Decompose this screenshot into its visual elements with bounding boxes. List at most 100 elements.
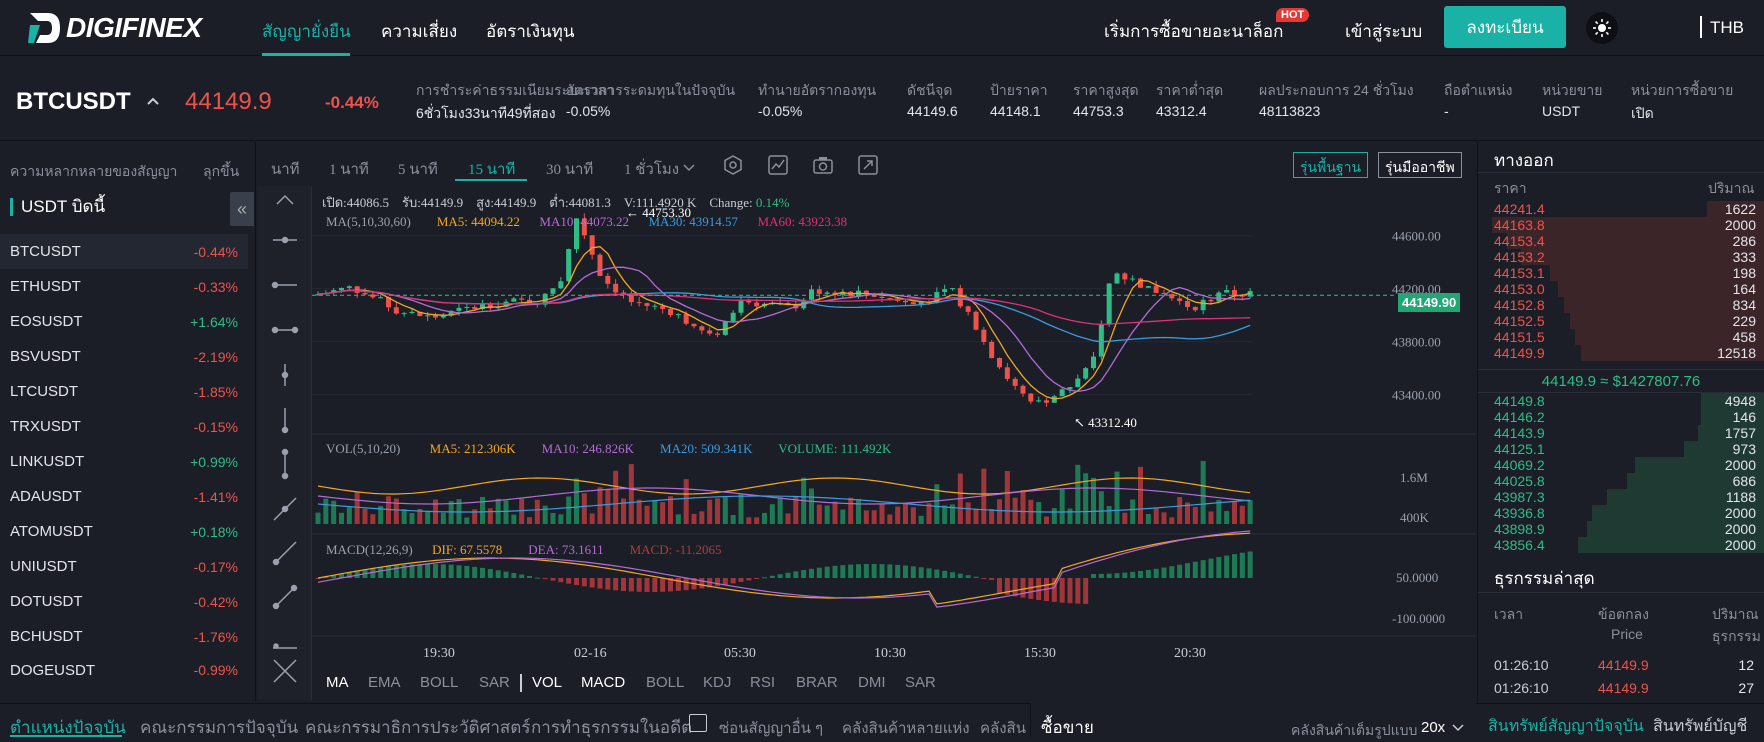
indicator-tab-kdj[interactable]: KDJ (703, 674, 731, 691)
ask-row[interactable]: 44153.4286 (1478, 233, 1764, 249)
bid-row[interactable]: 44146.2146 (1478, 409, 1764, 425)
candle-body (1083, 368, 1088, 378)
market-row[interactable]: UNIUSDT-0.17% (0, 549, 248, 584)
camera-icon[interactable] (812, 154, 834, 176)
indicator-tab-boll[interactable]: BOLL (420, 674, 458, 691)
tab-contract-assets[interactable]: สินทรัพย์สัญญาปัจจุบัน (1488, 714, 1644, 739)
nav-risk[interactable]: ความเสี่ยง (381, 18, 457, 45)
bid-row[interactable]: 44025.8686 (1478, 473, 1764, 489)
market-row[interactable]: EOSUSDT+1.64% (0, 304, 248, 339)
timeframe-2[interactable]: 5 นาที (398, 157, 438, 181)
bid-row[interactable]: 44143.91757 (1478, 425, 1764, 441)
register-button[interactable]: ลงทะเบียน (1444, 6, 1566, 48)
pro-version-button[interactable]: รุ่นมืออาชีพ (1378, 152, 1462, 178)
volume-bar (1091, 478, 1096, 524)
market-row[interactable]: BTCUSDT-0.44% (0, 234, 248, 269)
macd-bar (1091, 574, 1096, 578)
bid-qty: 1757 (1725, 425, 1756, 441)
full-margin-mode[interactable]: คลังสินค้าเต็มรูปแบบ (1291, 720, 1417, 742)
market-change: -0.15% (194, 419, 238, 435)
macd-bar (1021, 578, 1026, 598)
market-row[interactable]: ATOMUSDT+0.18% (0, 514, 248, 549)
volume-bar (707, 500, 712, 524)
ask-row[interactable]: 44152.5229 (1478, 313, 1764, 329)
candle-body (637, 302, 642, 303)
timeframe-5[interactable]: 1 ชั่วโมง (624, 157, 679, 181)
market-row[interactable]: BCHUSDT-1.76% (0, 619, 248, 654)
bid-row[interactable]: 43856.42000 (1478, 537, 1764, 553)
indicator-tab-vol[interactable]: VOL (532, 674, 562, 691)
bid-row[interactable]: 44149.84948 (1478, 393, 1764, 409)
vol-tick-label: 1.6M (1400, 470, 1428, 485)
basic-version-button[interactable]: รุ่นพื้นฐาน (1293, 152, 1368, 178)
tab-account-assets[interactable]: สินทรัพย์บัญชี (1653, 714, 1747, 739)
leverage-chevron-icon[interactable] (1452, 724, 1464, 732)
ask-row[interactable]: 44163.82000 (1478, 217, 1764, 233)
indicator-tab-ema[interactable]: EMA (368, 674, 401, 691)
nav-sim-trade[interactable]: เริ่มการซื้อขายอะนาล็อก (1104, 18, 1283, 45)
market-row[interactable]: TRXUSDT-0.15% (0, 409, 248, 444)
multi-warehouse-link[interactable]: คลังสินค้าหลายแห่ง (842, 716, 970, 740)
bid-row[interactable]: 43987.31188 (1478, 489, 1764, 505)
indicator-tab-boll[interactable]: BOLL (646, 674, 684, 691)
logo[interactable]: DIGIFINEX (26, 8, 202, 48)
indicator-tab-sar[interactable]: SAR (479, 674, 510, 691)
market-row[interactable]: BSVUSDT-2.19% (0, 339, 248, 374)
leverage-value[interactable]: 20x (1421, 719, 1445, 736)
indicator-settings-icon[interactable] (722, 154, 744, 176)
bid-row[interactable]: 43936.82000 (1478, 505, 1764, 521)
ask-row[interactable]: 44152.8834 (1478, 297, 1764, 313)
theme-toggle[interactable] (1586, 12, 1618, 44)
indicator-tab-dmi[interactable]: DMI (858, 674, 886, 691)
indicator-tab-macd[interactable]: MACD (581, 674, 625, 691)
symbol-title[interactable]: BTCUSDT (16, 88, 131, 116)
timeframe-0[interactable]: นาที (271, 157, 300, 181)
market-row[interactable]: ETHUSDT-0.33% (0, 269, 248, 304)
ask-row[interactable]: 44149.912518 (1478, 345, 1764, 361)
market-row[interactable]: DOGEUSDT-0.99% (0, 654, 248, 676)
currency-selector[interactable]: THB (1710, 18, 1744, 38)
login-link[interactable]: เข้าสู่ระบบ (1345, 18, 1422, 45)
ask-row[interactable]: 44241.41622 (1478, 201, 1764, 217)
timeframe-3[interactable]: 15 นาที (468, 157, 515, 181)
chevron-up-icon[interactable] (146, 96, 160, 106)
drawing-tools-icon[interactable] (258, 186, 312, 700)
ask-row[interactable]: 44153.1198 (1478, 265, 1764, 281)
volume-bar (582, 493, 587, 524)
market-row[interactable]: LINKUSDT+0.99% (0, 444, 248, 479)
hide-other-checkbox[interactable] (689, 714, 707, 732)
candle-body (809, 289, 814, 299)
sort-rise-button[interactable]: ลุกขึ้น (203, 161, 239, 183)
indicator-tab-rsi[interactable]: RSI (750, 674, 775, 691)
kline-chart[interactable]: 44600.0044200.0043800.0043400.001.6M400K… (312, 186, 1476, 670)
collapse-panel-button[interactable]: « (230, 192, 254, 226)
candle-body (966, 306, 971, 311)
bid-row[interactable]: 44069.22000 (1478, 457, 1764, 473)
indicator-chart-icon[interactable] (767, 154, 789, 176)
ask-qty: 198 (1733, 265, 1756, 281)
timeframe-4[interactable]: 30 นาที (546, 157, 593, 181)
stat-value: 44149.6 (907, 103, 958, 119)
indicator-tab-brar[interactable]: BRAR (796, 674, 838, 691)
orderbook-divider (1478, 172, 1764, 173)
ask-row[interactable]: 44153.0164 (1478, 281, 1764, 297)
timeframe-1[interactable]: 1 นาที (329, 157, 369, 181)
volume-bar (739, 494, 744, 524)
ask-row[interactable]: 44153.2333 (1478, 249, 1764, 265)
market-row[interactable]: DOTUSDT-0.42% (0, 584, 248, 619)
nav-perpetual[interactable]: สัญญายั่งยืน (262, 18, 351, 45)
market-row[interactable]: LTCUSDT-1.85% (0, 374, 248, 409)
nav-funding-rate[interactable]: อัตราเงินทุน (486, 18, 575, 45)
chevron-down-icon[interactable] (683, 164, 695, 172)
bid-row[interactable]: 43898.92000 (1478, 521, 1764, 537)
bid-row[interactable]: 44125.1973 (1478, 441, 1764, 457)
market-row[interactable]: ADAUSDT-1.41% (0, 479, 248, 514)
ask-row[interactable]: 44151.5458 (1478, 329, 1764, 345)
ask-qty: 2000 (1725, 217, 1756, 233)
fullscreen-icon[interactable] (857, 154, 879, 176)
macd-bar (590, 578, 595, 588)
macd-bar (974, 577, 979, 578)
indicator-tab-ma[interactable]: MA (326, 674, 349, 691)
warehouse-link-truncated[interactable]: คลังสิน (980, 716, 1026, 740)
indicator-tab-sar[interactable]: SAR (905, 674, 936, 691)
